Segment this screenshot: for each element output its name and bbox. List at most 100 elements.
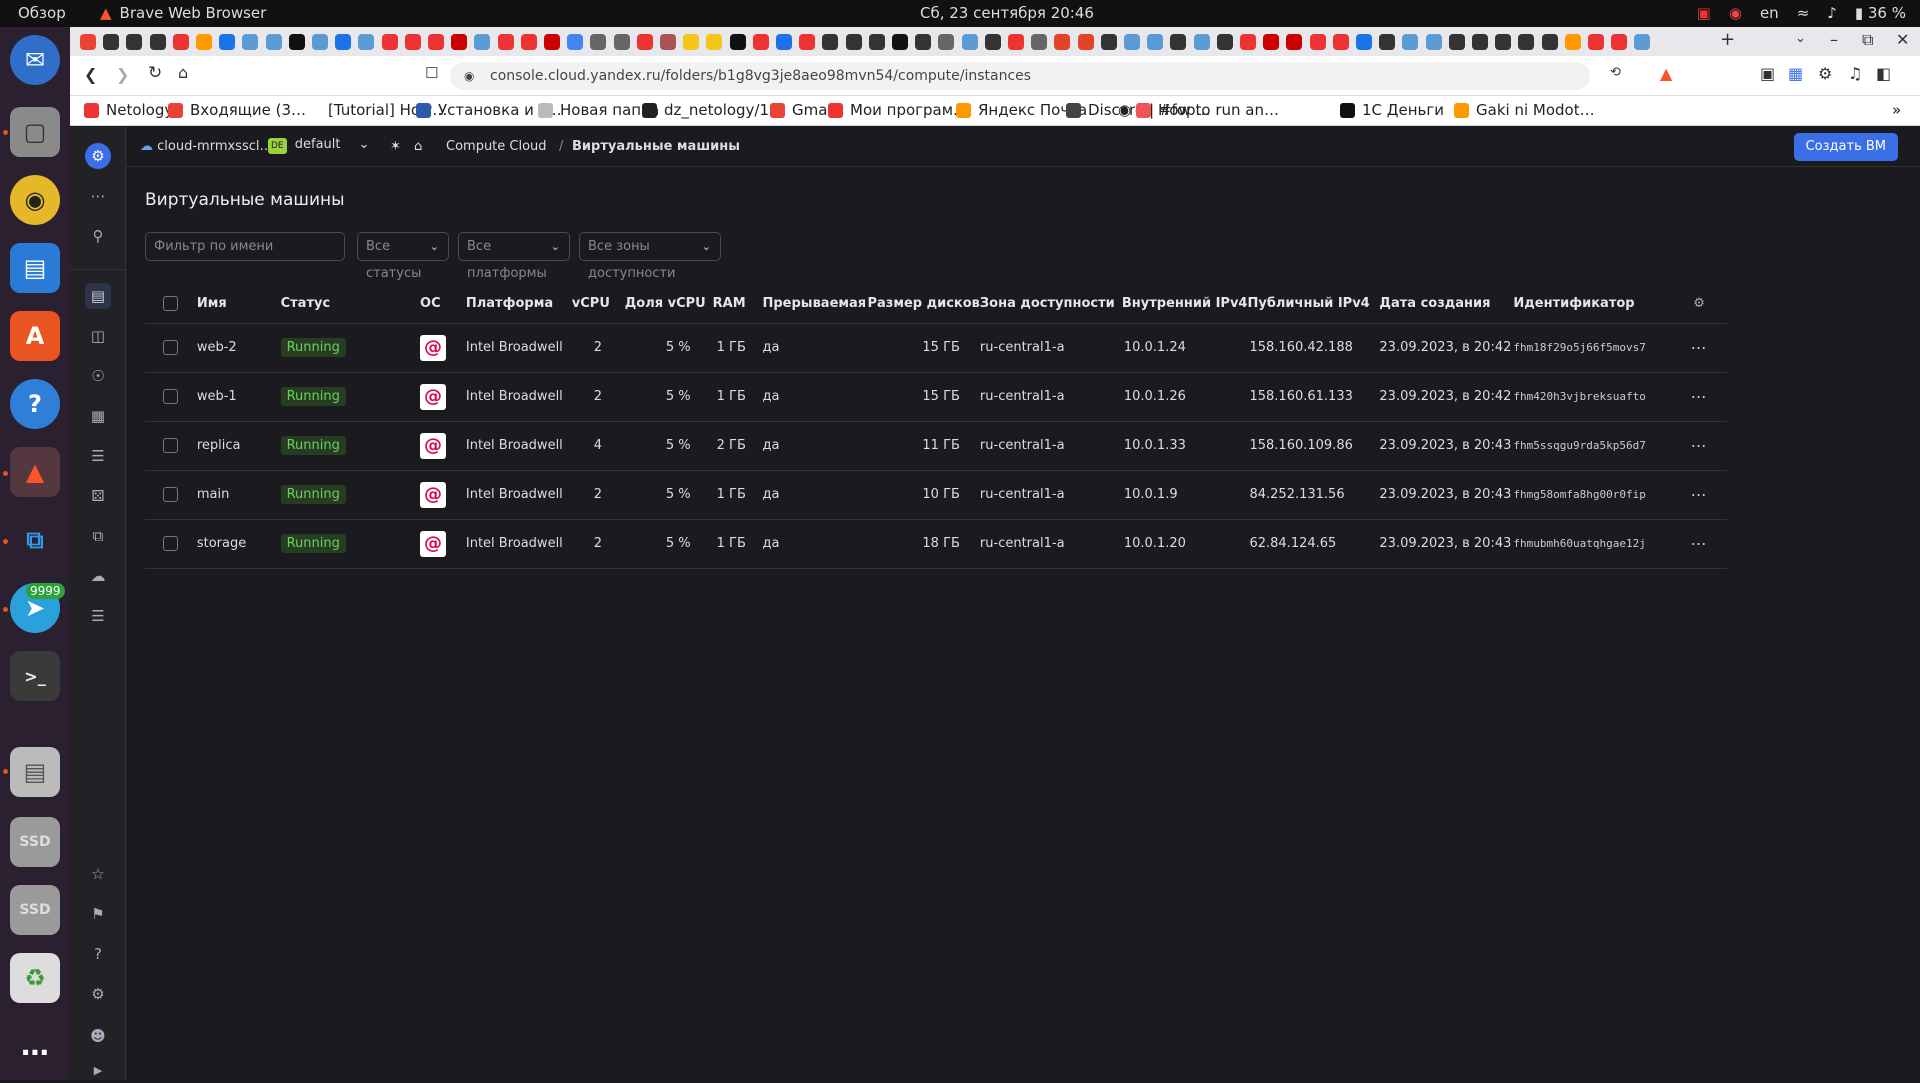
tab-favicon-icon[interactable] (822, 34, 839, 50)
bookmark-item[interactable]: Gaki ni Modot… (1454, 101, 1595, 119)
tab-favicon-icon[interactable] (428, 34, 444, 50)
settings-icon[interactable]: ⚙ (85, 981, 111, 1007)
help-icon[interactable]: ? (85, 941, 111, 967)
tab-favicon-icon[interactable] (938, 34, 955, 50)
tab-favicon-icon[interactable] (1309, 34, 1326, 50)
tab-favicon-icon[interactable] (590, 34, 607, 50)
brave-shields-icon[interactable]: ▲ (1660, 64, 1672, 83)
row-actions-icon[interactable]: ⋯ (1691, 436, 1708, 455)
column-header[interactable]: Доля vCPU (624, 285, 713, 324)
bookmark-item[interactable]: Gmail (770, 101, 836, 119)
create-vm-button[interactable]: Создать ВМ (1793, 133, 1898, 161)
tab-favicon-icon[interactable] (474, 34, 491, 50)
site-info-icon[interactable]: ◉ (464, 62, 474, 90)
tab-favicon-icon[interactable] (660, 34, 676, 50)
tab-favicon-icon[interactable] (196, 34, 212, 50)
system-tray[interactable]: ▣ ◉ en ≈ ♪ ▮ 36 % (1697, 4, 1906, 22)
tab-favicon-icon[interactable] (915, 34, 932, 50)
row-actions-icon[interactable]: ⋯ (1691, 387, 1708, 406)
column-header[interactable]: Размер дисков (867, 285, 980, 324)
vm-name[interactable]: storage (196, 519, 281, 569)
bookmark-item[interactable]: Входящие (3… (168, 101, 306, 119)
tab-favicon-icon[interactable] (1147, 34, 1164, 50)
row-actions-icon[interactable]: ⋯ (1691, 534, 1708, 553)
minimize-button[interactable]: – (1830, 30, 1838, 49)
account-avatar-icon[interactable]: ☻ (85, 1023, 111, 1049)
tab-favicon-icon[interactable] (1031, 34, 1048, 50)
table-row[interactable]: storage Running @ Intel Broadwell 2 5 % 1 ГБ да… (145, 519, 1727, 569)
row-actions-icon[interactable]: ⋯ (1691, 485, 1708, 504)
rhythmbox-icon[interactable]: ◉ (10, 175, 60, 225)
row-checkbox[interactable] (163, 487, 178, 502)
tab-favicon-icon[interactable] (1588, 34, 1604, 50)
brave-browser-icon[interactable]: ▲ (10, 447, 60, 497)
tab-favicon-icon[interactable] (868, 34, 885, 50)
placement-groups-icon[interactable]: ☉ (85, 363, 111, 389)
tab-favicon-icon[interactable] (729, 34, 746, 50)
tab-favicon-icon[interactable] (544, 34, 560, 50)
select-all-checkbox[interactable] (163, 296, 178, 312)
tab-favicon-icon[interactable] (520, 34, 537, 50)
tab-favicon-icon[interactable] (1263, 34, 1280, 50)
row-checkbox[interactable] (163, 438, 178, 453)
yandex-cloud-logo-icon[interactable]: ⚙ (85, 143, 111, 169)
translate-icon[interactable]: ▦ (1788, 64, 1803, 83)
bookmark-item[interactable]: How to run an… (1136, 101, 1279, 119)
operations-icon[interactable]: ☰ (85, 603, 111, 629)
expand-nav-icon[interactable]: ▶ (85, 1057, 111, 1083)
column-header[interactable]: Зона доступности (979, 285, 1122, 324)
tab-favicon-icon[interactable] (1054, 34, 1071, 50)
tab-favicon-icon[interactable] (1402, 34, 1419, 50)
wifi-icon[interactable]: ≈ (1797, 4, 1810, 22)
table-row[interactable]: replica Running @ Intel Broadwell 4 5 % 2 ГБ да… (145, 421, 1727, 471)
tab-favicon-icon[interactable] (1008, 34, 1024, 50)
column-header[interactable]: vCPU (571, 285, 625, 324)
bookmark-item[interactable]: Мои програм… (828, 101, 968, 119)
column-header[interactable]: Платформа (465, 285, 572, 324)
clock[interactable]: Сб, 23 сентября 20:46 (920, 4, 1094, 22)
share-icon[interactable]: ⟲ (1610, 65, 1621, 80)
tab-favicon-icon[interactable] (1518, 34, 1535, 50)
record-icon[interactable]: ▣ (1697, 4, 1711, 22)
battery-indicator[interactable]: ▮ 36 % (1855, 4, 1906, 22)
vm-name[interactable]: replica (196, 421, 281, 471)
row-checkbox[interactable] (163, 340, 178, 355)
tab-favicon-icon[interactable] (1356, 34, 1372, 50)
close-window-button[interactable]: ✕ (1896, 30, 1909, 49)
tab-favicon-icon[interactable] (149, 34, 166, 50)
tab-favicon-icon[interactable] (242, 34, 259, 50)
tab-favicon-icon[interactable] (80, 34, 96, 50)
show-apps-icon[interactable]: ⋯ (10, 1027, 60, 1077)
tab-favicon-icon[interactable] (1170, 34, 1187, 50)
favorites-icon[interactable]: ☆ (85, 861, 111, 887)
tab-favicon-icon[interactable] (1216, 34, 1233, 50)
snapshots-icon[interactable]: ☰ (85, 443, 111, 469)
column-header[interactable]: Имя (196, 285, 281, 324)
tab-favicon-icon[interactable] (1077, 34, 1094, 50)
search-icon[interactable]: ⚲ (85, 223, 111, 249)
new-tab-button[interactable]: + (1720, 29, 1735, 50)
images-icon[interactable]: ▦ (85, 403, 111, 429)
more-bookmarks-icon[interactable]: » (1892, 101, 1901, 119)
tab-favicon-icon[interactable] (451, 34, 468, 50)
tab-favicon-icon[interactable] (265, 34, 282, 50)
cloud-selector[interactable]: ☁ cloud-mrmxsscl… (140, 139, 272, 154)
table-row[interactable]: main Running @ Intel Broadwell 2 5 % 1 ГБ да 10 … (145, 470, 1727, 520)
tab-favicon-icon[interactable] (126, 34, 143, 50)
tab-favicon-icon[interactable] (1332, 34, 1349, 50)
notifications-icon[interactable]: ⚑ (85, 901, 111, 927)
folder-selector[interactable]: DE default ⌄ (268, 137, 370, 154)
tab-favicon-icon[interactable] (1193, 34, 1210, 50)
tab-favicon-icon[interactable] (381, 34, 398, 50)
vm-name[interactable]: web-1 (196, 372, 281, 422)
column-header[interactable]: Дата создания (1379, 285, 1514, 324)
tab-favicon-icon[interactable] (288, 34, 305, 50)
row-actions-icon[interactable]: ⋯ (1691, 338, 1708, 357)
tab-favicon-icon[interactable] (219, 34, 236, 50)
tab-favicon-icon[interactable] (1379, 34, 1396, 50)
row-checkbox[interactable] (163, 536, 178, 551)
column-header[interactable]: Статус (280, 285, 421, 324)
tab-favicon-icon[interactable] (613, 34, 630, 50)
gpu-clusters-icon[interactable]: ⧉ (85, 523, 111, 549)
tab-favicon-icon[interactable] (984, 34, 1001, 50)
